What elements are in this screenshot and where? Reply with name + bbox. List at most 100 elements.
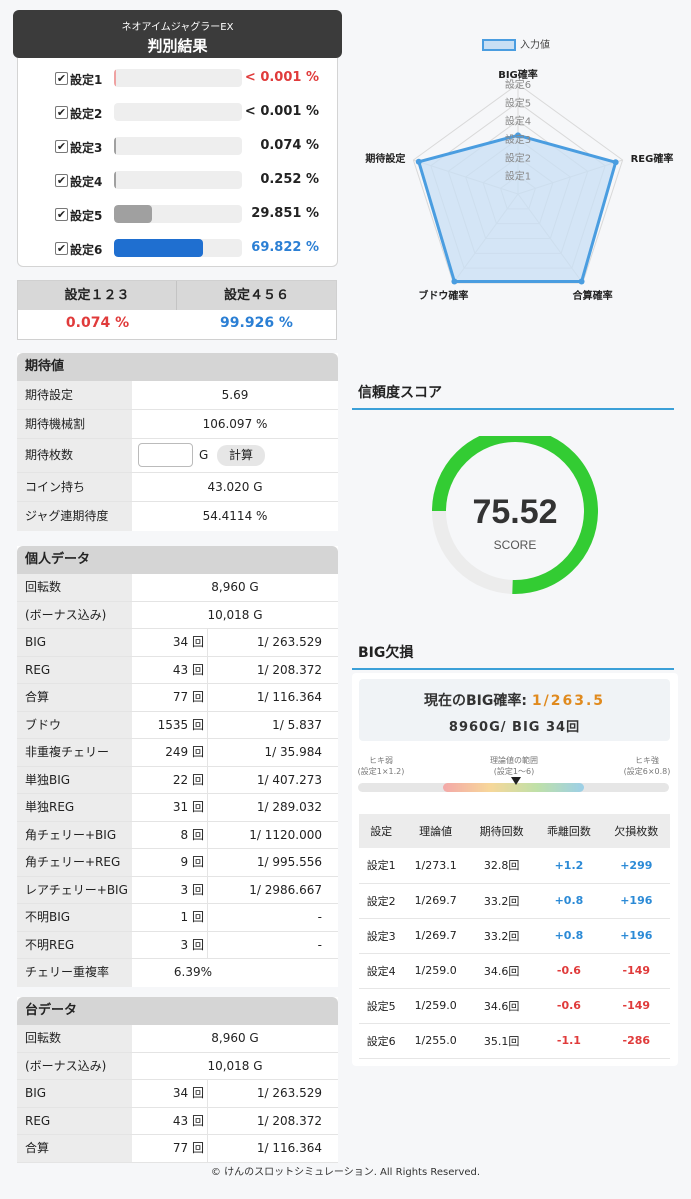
expected-setting-label: 期待設定 [17,381,132,409]
game-count-input[interactable] [138,443,193,467]
cell-theory: 1/255.0 [403,1023,468,1059]
stat-row: ブドウ 1535 回 1/ 5.837 [17,711,338,739]
stat-label: 不明REG [17,931,132,958]
big-miss-table: 設定 理論値 期待回数 乖離回数 欠損枚数 設定1 1/273.1 32.8回 +1.2 +29… [359,814,670,1059]
stat-row: 非重複チェリー 249 回 1/ 35.984 [17,739,338,767]
table-header-cell: 乖離回数 [535,814,603,848]
personal-bonus-games-label: (ボーナス込み) [17,601,132,628]
expected-payout-label: 期待機械割 [17,410,132,438]
column-divider [207,794,208,821]
radar-ring-label: 設定5 [505,96,531,109]
setting-label: 設定2 [70,107,103,121]
stat-label: 角チェリー+REG [17,849,132,876]
stat-rate: 1/ 995.556 [256,855,322,869]
machine-name: ネオアイムジャグラーEX [121,22,234,33]
cherry-overlap-label: チェリー重複率 [17,959,132,987]
probability-bar [114,69,242,87]
personal-stats-list: BIG 34 回 1/ 263.529 REG 43 回 1/ 208.372 合算 77 回… [17,629,338,959]
machine-games-label: 回転数 [17,1025,132,1052]
table-row: 設定5 1/259.0 34.6回 -0.6 -149 [359,988,670,1024]
radar-data-point [578,278,585,285]
current-big-rate-value: 1/263.5 [531,693,605,709]
column-divider [207,1107,208,1134]
personal-bonus-games-row: (ボーナス込み) 10,018 G [17,601,338,629]
theory-range-title: 理論値の範囲 [490,756,538,765]
cell-theory: 1/259.0 [403,953,468,989]
stat-count: 22 回 [172,772,204,787]
column-divider [207,739,208,766]
big-rate-info: 現在のBIG確率: 1/263.5 8960G/ BIG 34回 [359,679,670,741]
setting-checkbox[interactable]: ✔ [55,242,68,255]
radar-axis-label: BIG確率 [498,68,538,81]
setting-row: ✔ 設定4 0.252 % [18,169,337,193]
machine-games-row: 回転数 8,960 G [17,1025,338,1053]
expected-coins-row: 期待枚数 G 計算 [17,439,338,473]
cell-set: 設定6 [359,1023,404,1059]
setting-checkbox[interactable]: ✔ [55,140,68,153]
cell-set: 設定4 [359,953,404,989]
setting-checkbox[interactable]: ✔ [55,174,68,187]
stat-rate: 1/ 208.372 [256,662,322,677]
machine-data-panel: 台データ 回転数 8,960 G (ボーナス込み) 10,018 G BIG 34… [17,997,338,1163]
cell-set: 設定5 [359,988,404,1024]
stat-row: BIG 34 回 1/ 263.529 [17,629,338,657]
table-header-row: 設定 理論値 期待回数 乖離回数 欠損枚数 [359,814,670,848]
high-settings-header: 設定４５６ [177,281,336,310]
column-divider [207,629,208,656]
radar-axis-label: 期待設定 [365,152,405,165]
column-divider [207,1080,208,1107]
setting-label: 設定6 [70,243,103,257]
setting-checkbox[interactable]: ✔ [55,72,68,85]
setting-row: ✔ 設定2 < 0.001 % [18,101,337,125]
big-count-detail: 8960G/ BIG 34回 [448,720,581,735]
table-row: 設定4 1/259.0 34.6回 -0.6 -149 [359,953,670,989]
legend-swatch [482,39,516,51]
current-big-rate-label: 現在のBIG確率: [424,693,527,709]
coin-holding-row: コイン持ち 43.020 G [17,473,338,502]
stat-label: 合算 [17,684,132,711]
cell-loss: +196 [602,883,670,919]
stat-row: 合算 77 回 1/ 116.364 [17,1135,338,1163]
probability-bar [114,137,242,155]
stat-count: 31 回 [172,800,204,814]
stat-row: 合算 77 回 1/ 116.364 [17,684,338,712]
setting-probability: 0.252 % [260,172,319,187]
setting-checkbox[interactable]: ✔ [55,208,68,221]
expected-payout-row: 期待機械割 106.097 % [17,410,338,439]
machine-data-title: 台データ [17,997,338,1025]
stat-row: REG 43 回 1/ 208.372 [17,1107,338,1135]
stat-row: 単独REG 31 回 1/ 289.032 [17,794,338,822]
calculate-button[interactable]: 計算 [217,445,265,466]
personal-games-label: 回転数 [17,574,132,601]
radar-ring-label: 設定3 [505,133,531,146]
cell-set: 設定3 [359,918,404,954]
stat-label: BIG [17,629,132,656]
table-header-cell: 期待回数 [467,814,536,848]
column-divider [207,766,208,793]
probability-bar-fill [114,137,116,155]
cell-set: 設定2 [359,883,404,919]
stat-count: 1 回 [180,910,204,924]
column-divider [207,821,208,848]
radar-legend: 入力値 [482,36,550,51]
probability-bar-fill [114,239,204,257]
result-header: ネオアイムジャグラーEX 判別結果 [13,10,342,58]
stat-rate: - [317,910,322,924]
stat-count: 43 回 [172,1113,204,1128]
cell-loss: +196 [602,918,670,954]
stat-label: 角チェリー+BIG [17,821,132,848]
setting-row: ✔ 設定6 69.822 % [18,237,337,261]
stat-row: 単独BIG 22 回 1/ 407.273 [17,766,338,794]
stat-count: 1535 回 [157,717,204,732]
cell-loss: -149 [602,988,670,1024]
coin-holding-value: 43.020 G [207,480,263,494]
setting-checkbox[interactable]: ✔ [55,106,68,119]
setting-label: 設定3 [70,141,103,155]
theory-range-sub: (設定1～6) [493,767,535,776]
cell-theory: 1/269.7 [403,883,468,919]
weak-luck-label: ヒキ弱 (設定1×1.2) [356,755,406,777]
radar-data-point [415,158,422,165]
expected-values-title: 期待値 [17,353,338,381]
probability-bar [114,205,242,223]
personal-bonus-games-value: 10,018 G [207,607,263,622]
